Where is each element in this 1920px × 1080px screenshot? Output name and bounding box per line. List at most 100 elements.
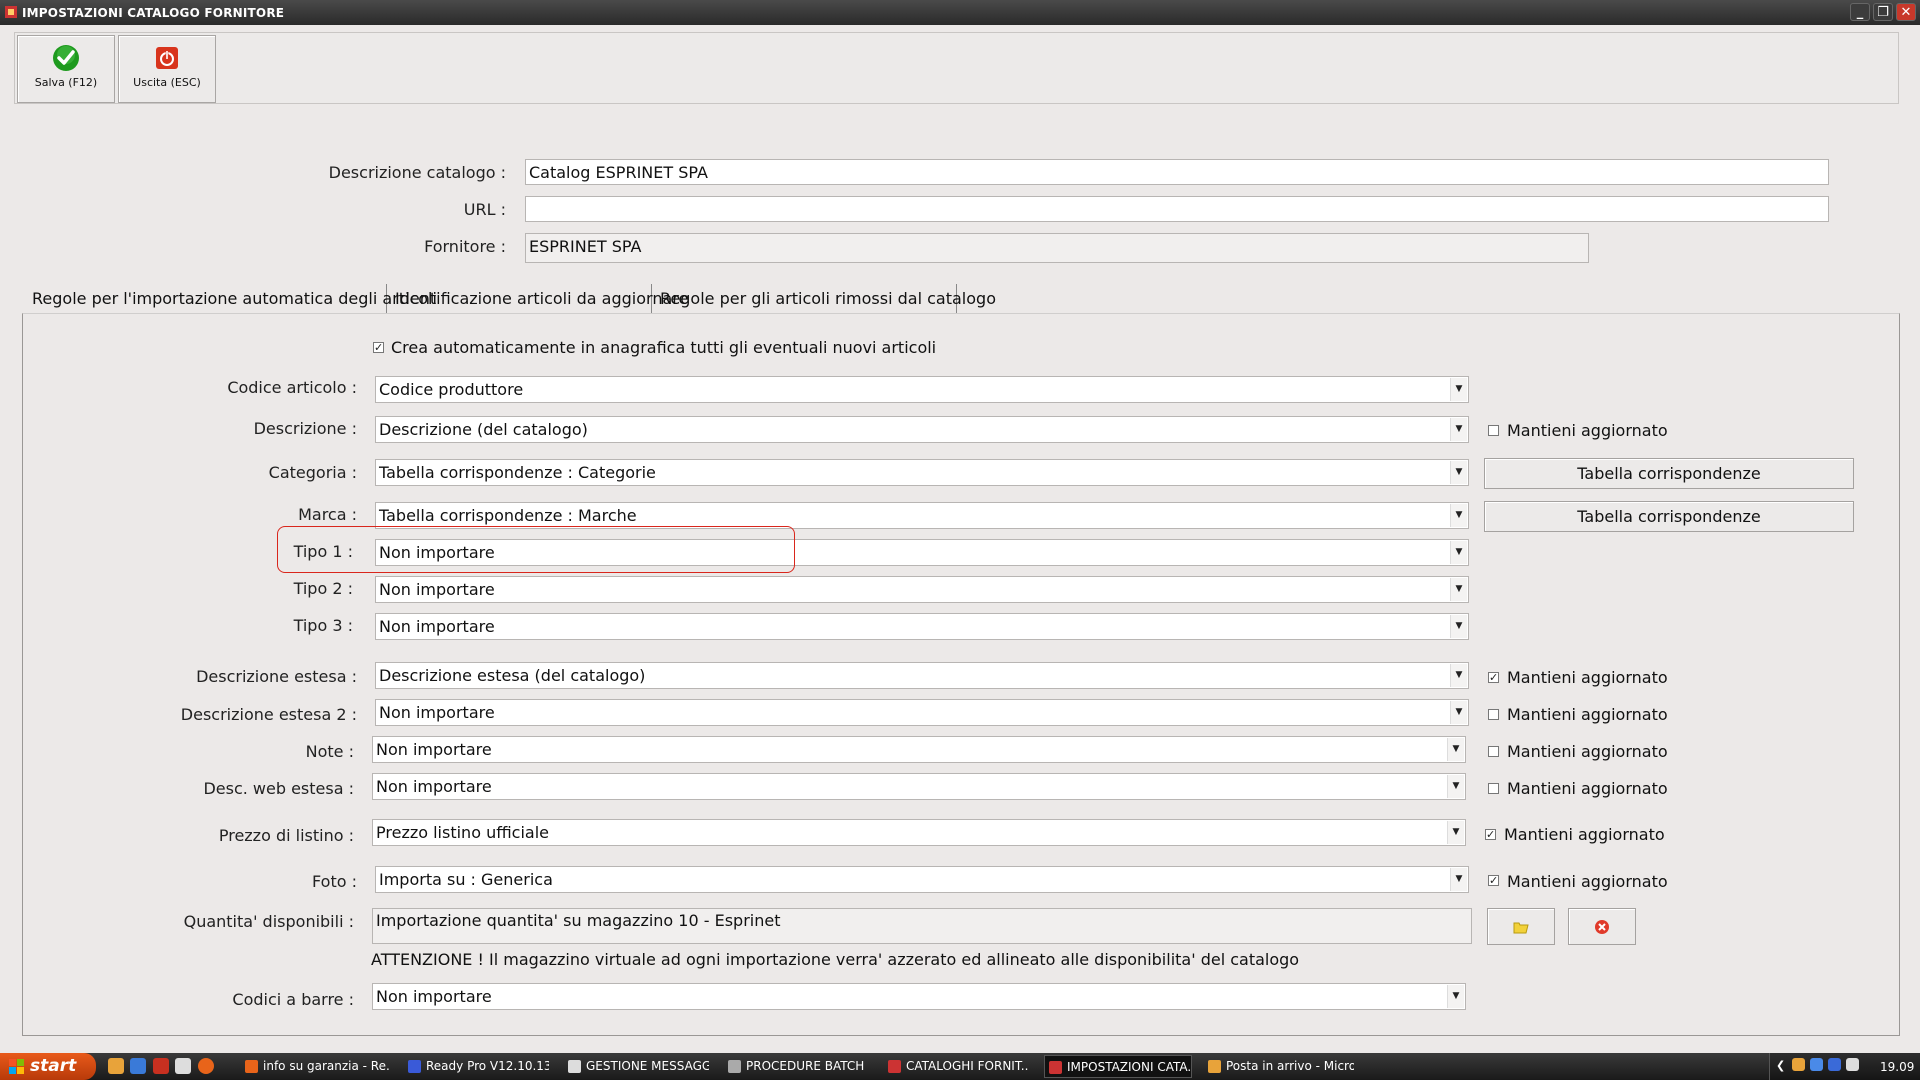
taskbar-item-readypro[interactable]: Ready Pro V12.10.13.... <box>404 1055 549 1078</box>
gear-icon <box>728 1060 741 1073</box>
taskbar-item-label: Ready Pro V12.10.13.... <box>426 1059 549 1073</box>
start-button[interactable]: start <box>0 1053 96 1080</box>
minimize-button[interactable]: _ <box>1850 3 1870 21</box>
taskbar-item-posta[interactable]: Posta in arrivo - Micro... <box>1204 1055 1354 1078</box>
window-title: IMPOSTAZIONI CATALOGO FORNITORE <box>22 6 285 20</box>
categoria-label: Categoria : <box>268 463 357 482</box>
foto-label: Foto : <box>312 872 357 891</box>
quantita-field: Importazione quantita' su magazzino 10 -… <box>372 908 1472 944</box>
tipo2-label: Tipo 2 : <box>293 579 353 598</box>
codice-articolo-label: Codice articolo : <box>227 378 357 397</box>
marca-value: Tabella corrispondenze : Marche <box>379 506 637 525</box>
barcode-select[interactable]: Non importare ▼ <box>372 983 1466 1010</box>
app-icon <box>888 1060 901 1073</box>
descrizione-keep-checkbox[interactable] <box>1488 425 1499 436</box>
taskbar-item-label: Posta in arrivo - Micro... <box>1226 1059 1354 1073</box>
auto-create-checkbox[interactable]: ✓ <box>373 342 384 353</box>
descrizione-estesa-2-keep-label: Mantieni aggiornato <box>1507 705 1668 724</box>
marca-map-table-button[interactable]: Tabella corrispondenze <box>1484 501 1854 532</box>
chevron-down-icon: ▼ <box>1450 868 1467 891</box>
url-label: URL : <box>463 200 506 219</box>
tab-import-rules[interactable]: Regole per l'importazione automatica deg… <box>24 284 437 314</box>
highlight-annotation <box>277 526 795 573</box>
windows-logo-icon <box>9 1059 24 1074</box>
supplier-input: ESPRINET SPA <box>525 233 1589 263</box>
url-input[interactable] <box>525 196 1829 222</box>
quicklaunch-icon-3[interactable] <box>153 1058 169 1074</box>
note-select[interactable]: Non importare ▼ <box>372 736 1466 763</box>
descrizione-keep-label: Mantieni aggiornato <box>1507 421 1668 440</box>
descrizione-estesa-keep-checkbox[interactable]: ✓ <box>1488 672 1499 683</box>
mail-icon <box>1208 1060 1221 1073</box>
quantita-clear-button[interactable] <box>1568 908 1636 945</box>
taskbar-item-messaggi[interactable]: GESTIONE MESSAGGI... <box>564 1055 709 1078</box>
descrizione-estesa-select[interactable]: Descrizione estesa (del catalogo) ▼ <box>375 662 1469 689</box>
clock: 19.09 <box>1880 1060 1915 1074</box>
exit-button[interactable]: Uscita (ESC) <box>118 35 216 103</box>
chevron-down-icon: ▼ <box>1450 418 1467 441</box>
note-value: Non importare <box>376 740 492 759</box>
quicklaunch-icon-1[interactable] <box>108 1058 124 1074</box>
taskbar-item-impostazioni[interactable]: IMPOSTAZIONI CATA... <box>1044 1055 1192 1078</box>
descrizione-estesa-2-label: Descrizione estesa 2 : <box>180 705 357 724</box>
quantita-edit-button[interactable] <box>1487 908 1555 945</box>
folder-icon <box>1513 922 1529 934</box>
tipo2-value: Non importare <box>379 580 495 599</box>
chevron-down-icon: ▼ <box>1447 985 1464 1008</box>
prezzo-listino-keep-checkbox[interactable]: ✓ <box>1485 829 1496 840</box>
foto-keep-checkbox[interactable]: ✓ <box>1488 875 1499 886</box>
descrizione-estesa-2-keep-checkbox[interactable] <box>1488 709 1499 720</box>
descrizione-label: Descrizione : <box>253 419 357 438</box>
prezzo-listino-select[interactable]: Prezzo listino ufficiale ▼ <box>372 819 1466 846</box>
quantita-warning: ATTENZIONE ! Il magazzino virtuale ad og… <box>371 950 1300 969</box>
categoria-select[interactable]: Tabella corrispondenze : Categorie ▼ <box>375 459 1469 486</box>
taskbar-item-garanzia[interactable]: info su garanzia - Re... <box>241 1055 389 1078</box>
note-label: Note : <box>305 742 354 761</box>
chevron-down-icon: ▼ <box>1450 701 1467 724</box>
network-icon[interactable] <box>1828 1058 1841 1071</box>
descrizione-estesa-2-select[interactable]: Non importare ▼ <box>375 699 1469 726</box>
tray-icon-4[interactable] <box>1846 1058 1859 1071</box>
prezzo-listino-keep-label: Mantieni aggiornato <box>1504 825 1665 844</box>
taskbar-item-label: PROCEDURE BATCH <box>746 1059 865 1073</box>
tray-expand-icon[interactable]: ❮ <box>1776 1059 1785 1072</box>
tab-identify-articles[interactable]: Identificazione articoli da aggiornare <box>387 284 688 314</box>
codice-articolo-value: Codice produttore <box>379 380 524 399</box>
desc-web-estesa-select[interactable]: Non importare ▼ <box>372 773 1466 800</box>
foto-select[interactable]: Importa su : Generica ▼ <box>375 866 1469 893</box>
descrizione-estesa-2-value: Non importare <box>379 703 495 722</box>
taskbar-item-cataloghi[interactable]: CATALOGHI FORNIT... <box>884 1055 1029 1078</box>
descrizione-estesa-value: Descrizione estesa (del catalogo) <box>379 666 646 685</box>
marca-select[interactable]: Tabella corrispondenze : Marche ▼ <box>375 502 1469 529</box>
tray-icon-2[interactable] <box>1810 1058 1823 1071</box>
chevron-down-icon: ▼ <box>1450 541 1467 564</box>
firefox-icon <box>245 1060 258 1073</box>
categoria-map-table-button[interactable]: Tabella corrispondenze <box>1484 458 1854 489</box>
quicklaunch-icon-4[interactable] <box>175 1058 191 1074</box>
descrizione-select[interactable]: Descrizione (del catalogo) ▼ <box>375 416 1469 443</box>
close-window-button[interactable]: ✕ <box>1896 3 1916 21</box>
tab-removed-articles[interactable]: Regole per gli articoli rimossi dal cata… <box>652 284 996 314</box>
catalog-description-input[interactable]: Catalog ESPRINET SPA <box>525 159 1829 185</box>
tipo3-select[interactable]: Non importare ▼ <box>375 613 1469 640</box>
save-button[interactable]: Salva (F12) <box>17 35 115 103</box>
taskbar-item-batch[interactable]: PROCEDURE BATCH <box>724 1055 869 1078</box>
note-keep-checkbox[interactable] <box>1488 746 1499 757</box>
desc-web-estesa-keep-checkbox[interactable] <box>1488 783 1499 794</box>
firefox-icon[interactable] <box>198 1058 214 1074</box>
chevron-down-icon: ▼ <box>1447 821 1464 844</box>
chevron-down-icon: ▼ <box>1450 461 1467 484</box>
tipo2-select[interactable]: Non importare ▼ <box>375 576 1469 603</box>
prezzo-listino-label: Prezzo di listino : <box>218 826 354 845</box>
toolbar <box>14 32 1899 104</box>
desc-web-estesa-value: Non importare <box>376 777 492 796</box>
taskbar-item-label: info su garanzia - Re... <box>263 1059 389 1073</box>
taskbar-item-label: IMPOSTAZIONI CATA... <box>1067 1060 1192 1074</box>
quicklaunch-icon-2[interactable] <box>130 1058 146 1074</box>
restore-button[interactable]: ❐ <box>1873 3 1893 21</box>
marca-label: Marca : <box>298 505 357 524</box>
chevron-down-icon: ▼ <box>1450 615 1467 638</box>
tray-icon-1[interactable] <box>1792 1058 1805 1071</box>
taskbar-item-label: GESTIONE MESSAGGI... <box>586 1059 709 1073</box>
codice-articolo-select[interactable]: Codice produttore ▼ <box>375 376 1469 403</box>
